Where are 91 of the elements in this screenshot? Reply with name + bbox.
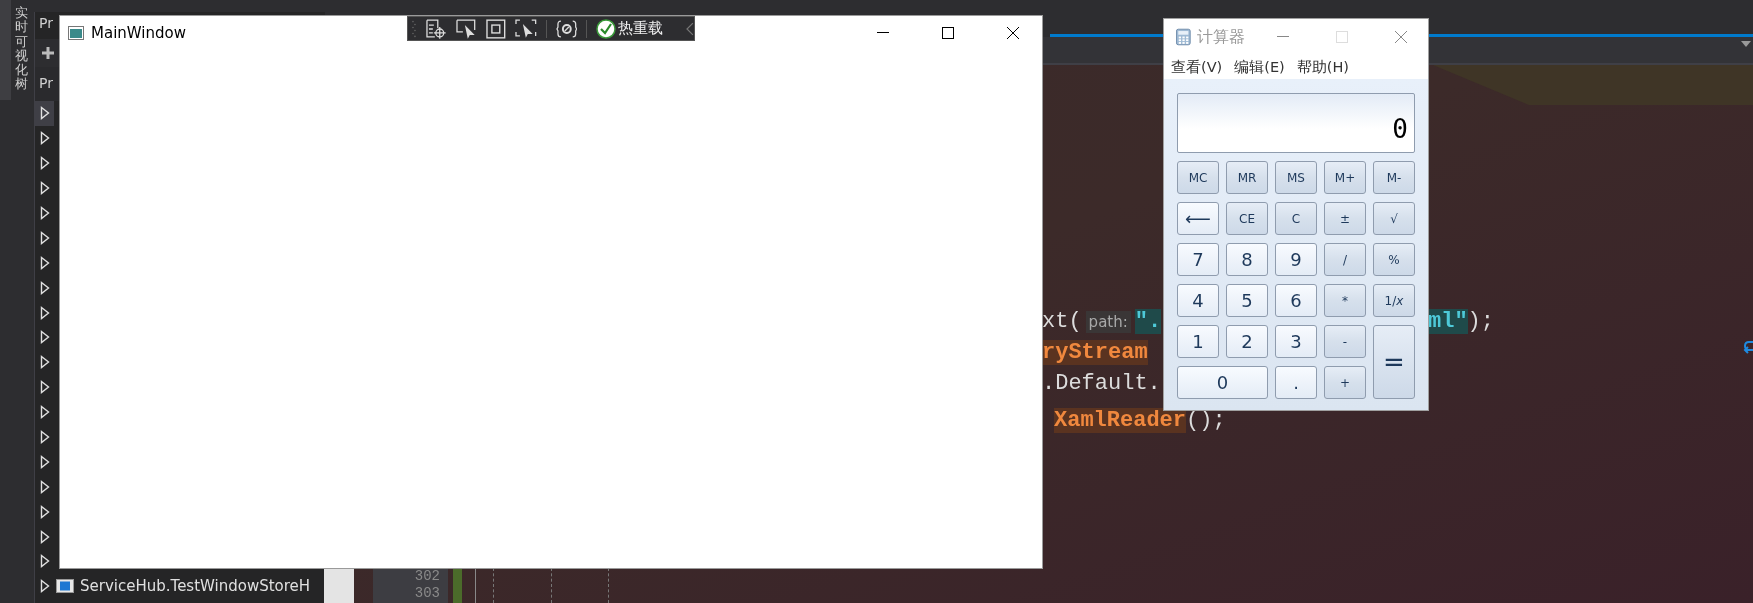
line-numbers: 302 303 [373,568,448,603]
window-app-icon [68,26,84,40]
check-circle-icon [596,18,617,39]
maximize-icon [1336,31,1349,43]
calculator-key[interactable]: 0 [1177,366,1268,399]
expand-icon[interactable] [40,380,50,395]
expand-icon[interactable] [40,579,50,594]
hot-reload-button[interactable]: 热重载 [596,18,664,39]
calculator-key[interactable]: + [1324,366,1366,399]
braces-gear-icon[interactable] [555,18,578,39]
code-text: .Default. [1042,371,1161,396]
menu-item[interactable]: 帮助(H) [1296,57,1349,77]
calculator-key[interactable]: MR [1226,161,1268,194]
calculator-key[interactable]: 9 [1275,243,1317,276]
panel-title: Pr [39,15,53,31]
calculator-key[interactable]: * [1324,284,1366,317]
calculator-key[interactable]: ± [1324,202,1366,235]
calculator-key[interactable]: 5 [1226,284,1268,317]
expand-icon[interactable] [40,230,50,245]
calculator-key[interactable]: M- [1373,161,1415,194]
expand-icon[interactable] [40,206,50,220]
window-app-icon [56,579,74,594]
expand-icon[interactable] [40,156,50,171]
expand-icon[interactable] [40,430,50,444]
expand-icon[interactable] [40,330,50,345]
calculator-key[interactable]: . [1275,366,1317,399]
calculator-key[interactable]: 8 [1226,243,1268,276]
calculator-key[interactable]: / [1324,243,1366,276]
calculator-key[interactable]: ⟵ [1177,202,1219,235]
expand-icon[interactable] [40,355,50,370]
wrap-arrow-icon [1743,340,1753,356]
calculator-key[interactable]: CE [1226,202,1268,235]
tree-row[interactable] [35,101,54,126]
string-literal: ml" [1428,309,1468,334]
vertical-tab[interactable]: 实时可视化树 [15,6,28,92]
calculator-key[interactable]: 1 [1177,325,1219,358]
calculator-key[interactable]: C [1275,202,1317,235]
minimize-icon [877,32,889,34]
calculator-key[interactable]: 2 [1226,325,1268,358]
plus-icon[interactable] [41,46,55,60]
tree-row[interactable]: ServiceHub.TestWindowStoreH [35,573,315,599]
expand-icon[interactable] [40,255,50,270]
expand-icon[interactable] [40,529,50,544]
type-name: XamlReader [1054,408,1187,433]
expand-icon[interactable] [40,106,50,121]
expand-icon[interactable] [40,181,50,196]
code-text: (); [1186,408,1226,433]
type-name: ryStream [1042,340,1148,365]
target-icon[interactable] [424,18,447,39]
calculator-display: 0 [1177,93,1415,153]
cursor-select-icon[interactable] [455,18,478,39]
expand-icon[interactable] [40,454,50,469]
calculator-key[interactable]: 7 [1177,243,1219,276]
calculator-key[interactable]: - [1324,325,1366,358]
calculator-key[interactable]: √ [1373,202,1415,235]
window-title: 计算器 [1196,26,1245,48]
grip-icon[interactable] [412,19,416,38]
column-header: Pr [39,75,53,91]
change-marker [453,568,462,603]
expand-icon[interactable] [40,405,50,420]
close-icon [1395,31,1408,43]
calculator-key[interactable]: 3 [1275,325,1317,358]
expand-icon[interactable] [40,504,50,519]
select-frame-icon[interactable] [514,18,537,39]
calculator-key[interactable]: M+ [1324,161,1366,194]
chevron-left-icon[interactable] [686,21,694,36]
expand-icon[interactable] [40,479,50,494]
calculator-icon [1176,28,1191,46]
expand-icon[interactable] [40,554,50,569]
maximize-icon [942,27,954,39]
menu-item[interactable]: 查看(V) [1171,57,1223,77]
calculator-key[interactable]: 1/x [1373,284,1415,317]
dropdown-icon[interactable] [1741,41,1751,47]
code-text: xt( [1042,309,1082,334]
scrollbar[interactable] [324,568,354,603]
string-literal: ". [1134,309,1162,334]
menu-item[interactable]: 编辑(E) [1234,57,1285,77]
minimize-icon [1277,36,1290,38]
calculator-key[interactable]: 4 [1177,284,1219,317]
calculator-key[interactable]: MC [1177,161,1219,194]
calculator-key[interactable]: 6 [1275,284,1317,317]
expand-icon[interactable] [40,131,50,146]
expand-icon[interactable] [40,280,50,295]
calculator-key[interactable]: % [1373,243,1415,276]
calculator-key[interactable]: MS [1275,161,1317,194]
calculator-key[interactable]: = [1373,325,1415,399]
window-title: MainWindow [91,24,186,42]
expand-icon[interactable] [40,305,50,320]
square-frame-icon[interactable] [486,18,506,39]
close-icon [1007,27,1019,39]
code-text: ); [1467,309,1494,334]
